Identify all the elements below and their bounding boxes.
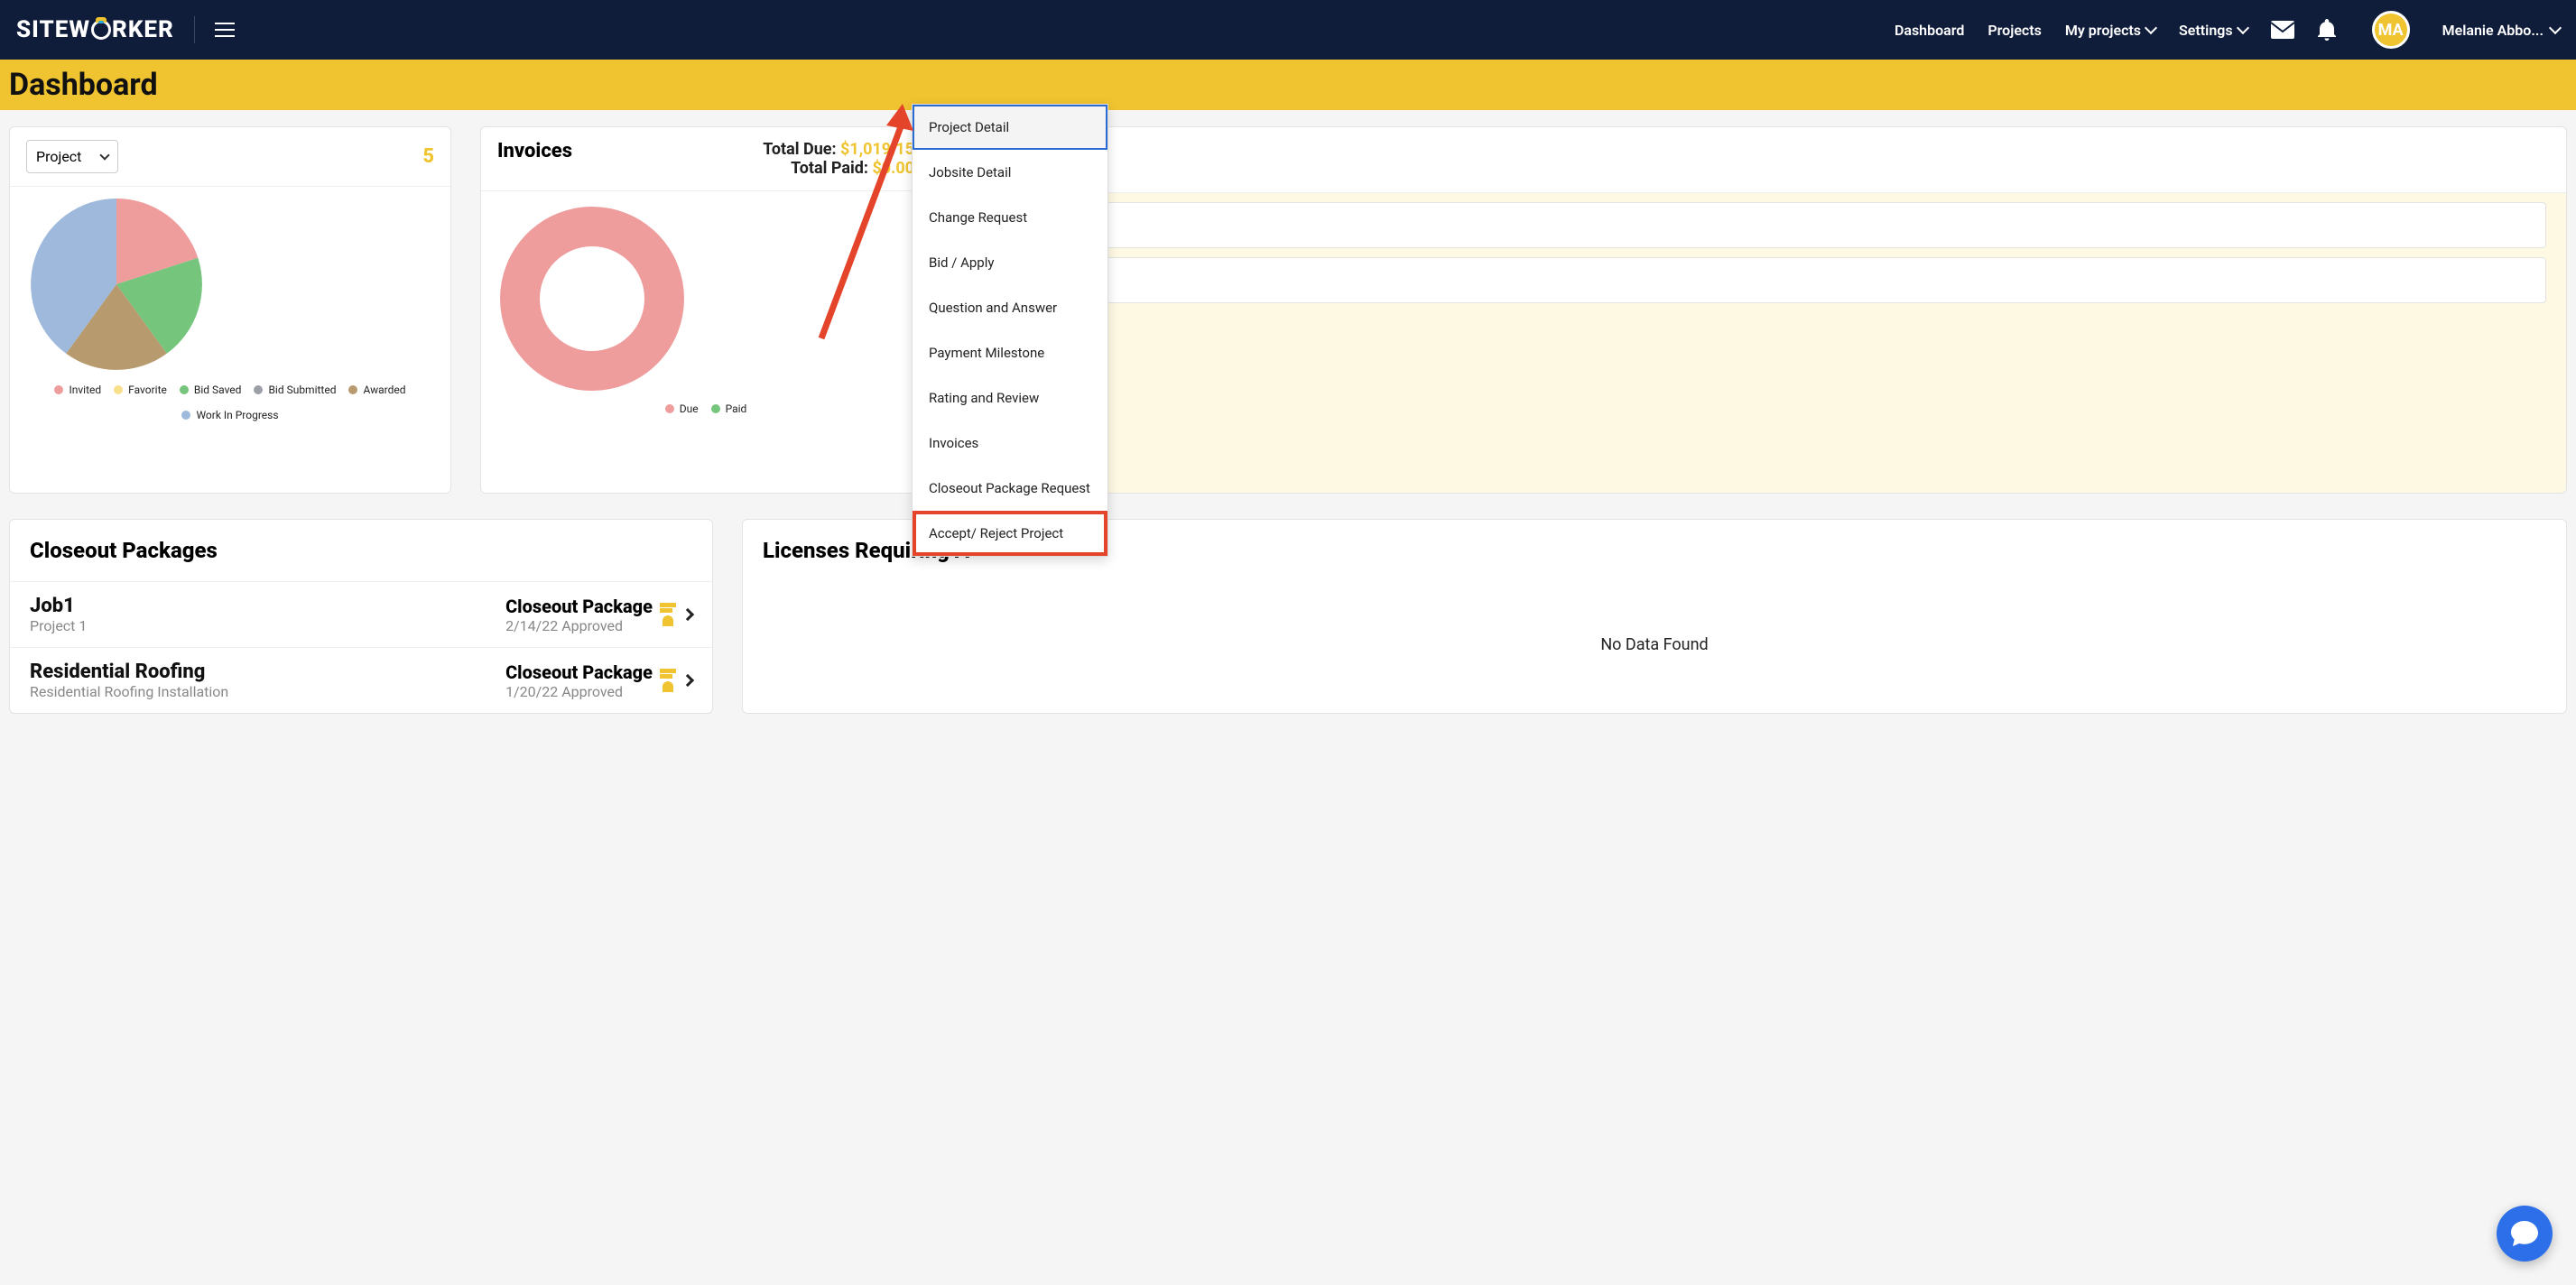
menu-icon[interactable]: [215, 18, 235, 42]
nav-my-projects[interactable]: My projects: [2065, 22, 2155, 39]
dd-change-request[interactable]: Change Request: [913, 195, 1107, 240]
logo-o-icon: [91, 20, 111, 40]
avatar[interactable]: MA: [2372, 11, 2410, 49]
flag-icon: [660, 603, 676, 626]
top-nav: SITEWRKER Dashboard Projects My projects…: [0, 0, 2576, 60]
todo-item[interactable]: ...ts: [981, 257, 2546, 303]
my-projects-dropdown: Project Detail Jobsite Detail Change Req…: [912, 104, 1108, 557]
total-paid-amount: $0.00: [872, 159, 914, 178]
dd-payment-milestone[interactable]: Payment Milestone: [913, 330, 1107, 375]
invoices-legend: Due Paid: [497, 402, 914, 415]
project-count: 5: [422, 145, 434, 168]
total-due-amount: $1,019.15: [840, 140, 914, 159]
brand-logo[interactable]: SITEWRKER: [16, 16, 174, 43]
user-menu[interactable]: Melanie Abbo...: [2442, 22, 2560, 39]
page-banner: Dashboard: [0, 60, 2576, 110]
chat-icon: [2511, 1221, 2538, 1246]
project-legend: Invited Favorite Bid Saved Bid Submitted…: [26, 384, 434, 421]
chevron-down-icon: [2549, 22, 2562, 34]
chat-fab[interactable]: [2497, 1206, 2553, 1262]
invoices-donut-chart: [497, 204, 687, 393]
nav-dashboard[interactable]: Dashboard: [1895, 22, 1964, 39]
nav-my-projects-label: My projects: [2065, 22, 2141, 39]
bell-icon[interactable]: [2318, 19, 2336, 41]
closeout-row[interactable]: Job1 Project 1 Closeout Package 2/14/22 …: [10, 581, 712, 647]
todo-item[interactable]: ...tions: [981, 202, 2546, 248]
divider: [194, 16, 195, 43]
licenses-empty: No Data Found: [743, 581, 2566, 708]
invoices-card: Invoices Total Due: $1,019.15 Total Paid…: [480, 126, 931, 494]
project-card: Project 5 Invited Favorite: [9, 126, 451, 494]
dd-jobsite-detail[interactable]: Jobsite Detail: [913, 150, 1107, 195]
todo-title: To Do: [961, 127, 2566, 193]
mail-icon[interactable]: [2271, 21, 2294, 39]
page-title: Dashboard: [9, 67, 158, 103]
nav-projects[interactable]: Projects: [1988, 22, 2042, 39]
chevron-right-icon: [681, 674, 694, 687]
dd-project-detail[interactable]: Project Detail: [913, 105, 1107, 150]
project-pie-chart: [26, 194, 207, 374]
closeout-card: Closeout Packages Job1 Project 1 Closeou…: [9, 519, 713, 714]
chevron-right-icon: [681, 608, 694, 621]
user-name-label: Melanie Abbo...: [2442, 22, 2544, 39]
project-select[interactable]: Project: [26, 140, 118, 173]
dd-bid-apply[interactable]: Bid / Apply: [913, 240, 1107, 285]
dd-invoices[interactable]: Invoices: [913, 421, 1107, 466]
dd-question-answer[interactable]: Question and Answer: [913, 285, 1107, 330]
dd-accept-reject[interactable]: Accept/ Reject Project: [913, 511, 1107, 556]
nav-settings-label: Settings: [2179, 22, 2233, 39]
chevron-down-icon: [2237, 22, 2249, 34]
dd-rating-review[interactable]: Rating and Review: [913, 375, 1107, 421]
todo-card: To Do ...tions ...ts: [960, 126, 2567, 494]
chevron-down-icon: [2145, 22, 2157, 34]
nav-settings[interactable]: Settings: [2179, 22, 2247, 39]
project-select-label: Project: [36, 148, 81, 165]
invoices-title: Invoices: [497, 140, 572, 162]
flag-icon: [660, 669, 676, 692]
closeout-row[interactable]: Residential Roofing Residential Roofing …: [10, 647, 712, 713]
chevron-down-icon: [100, 150, 110, 160]
dd-closeout-request[interactable]: Closeout Package Request: [913, 466, 1107, 511]
closeout-title: Closeout Packages: [10, 520, 712, 581]
